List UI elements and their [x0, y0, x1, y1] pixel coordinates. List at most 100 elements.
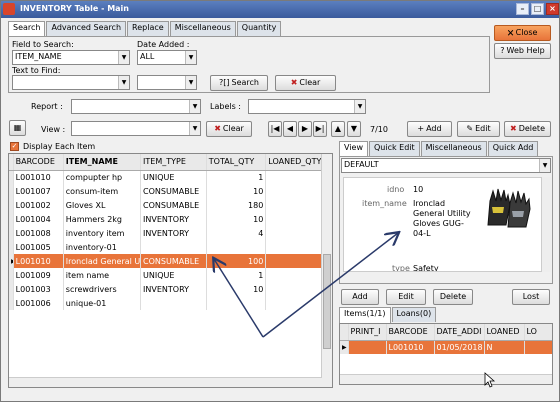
table-cell[interactable]: INVENTORY: [140, 226, 207, 240]
tab-replace[interactable]: Replace: [127, 21, 169, 36]
search-clear-button[interactable]: ✖ Clear: [275, 75, 336, 91]
column-header-barcode[interactable]: BARCODE: [13, 154, 64, 171]
sub-table-cell[interactable]: N: [484, 340, 525, 354]
chevron-down-icon[interactable]: ▼: [185, 51, 196, 64]
table-cell[interactable]: unique-01: [63, 296, 142, 310]
chevron-down-icon[interactable]: ▼: [118, 51, 129, 64]
table-cell[interactable]: Ironclad General U: [63, 254, 142, 268]
sub-column-header[interactable]: LOANED: [484, 324, 525, 341]
tab-miscellaneous[interactable]: Miscellaneous: [169, 21, 236, 36]
sub-table-cell[interactable]: 01/05/2018: [434, 340, 485, 354]
table-cell[interactable]: [265, 240, 329, 254]
report-select[interactable]: ▼: [71, 99, 201, 114]
table-cell[interactable]: L001003: [13, 282, 64, 296]
next-record-button[interactable]: ▶: [298, 121, 312, 137]
table-cell[interactable]: L001010: [13, 254, 64, 268]
web-help-button[interactable]: ? Web Help: [494, 43, 551, 59]
chevron-down-icon[interactable]: ▼: [354, 100, 365, 113]
table-row[interactable]: L001009item nameUNIQUE10: [9, 268, 329, 282]
column-header-item-name[interactable]: ITEM_NAME: [63, 154, 142, 171]
prev-record-button[interactable]: ◀: [283, 121, 297, 137]
tab-quick-add[interactable]: Quick Add: [487, 141, 539, 156]
table-cell[interactable]: 0: [265, 170, 329, 184]
sub-table-cell[interactable]: L001010: [386, 340, 435, 354]
table-cell[interactable]: INVENTORY: [140, 212, 207, 226]
text-to-find-input[interactable]: ▼: [12, 75, 130, 90]
table-cell[interactable]: [265, 184, 329, 198]
detail-scrollbar[interactable]: [541, 177, 551, 272]
sub-table-row[interactable]: ▶ L001010 01/05/2018 N: [340, 340, 552, 354]
scrollbar-thumb[interactable]: [323, 254, 331, 349]
table-cell[interactable]: UNIQUE: [140, 170, 207, 184]
column-header-loaned-qty[interactable]: LOANED_QTY: [265, 154, 329, 171]
table-cell[interactable]: L001002: [13, 198, 64, 212]
tab-quantity[interactable]: Quantity: [236, 21, 282, 36]
sub-delete-button[interactable]: Delete: [433, 289, 473, 305]
table-cell[interactable]: [140, 240, 207, 254]
table-cell[interactable]: [265, 296, 329, 310]
edit-button[interactable]: ✎ Edit: [457, 121, 500, 137]
search-button[interactable]: ?[] Search: [210, 75, 268, 91]
table-cell[interactable]: [206, 296, 267, 310]
table-cell[interactable]: L001006: [13, 296, 64, 310]
field-to-search-select[interactable]: ITEM_NAME ▼: [12, 50, 130, 65]
table-cell[interactable]: Gloves XL: [63, 198, 142, 212]
view-clear-button[interactable]: ✖ Clear: [206, 121, 252, 137]
table-row[interactable]: L001008inventory itemINVENTORY40: [9, 226, 329, 240]
sub-add-button[interactable]: Add: [341, 289, 379, 305]
table-icon[interactable]: ▦: [9, 120, 26, 136]
table-cell[interactable]: 180: [206, 198, 267, 212]
table-cell[interactable]: L001004: [13, 212, 64, 226]
table-cell[interactable]: 10: [206, 212, 267, 226]
table-cell[interactable]: item name: [63, 268, 142, 282]
tab-view[interactable]: View: [339, 141, 368, 157]
chevron-down-icon[interactable]: ▼: [539, 159, 550, 172]
sub-column-header[interactable]: DATE_ADDI: [434, 324, 485, 341]
table-cell[interactable]: L001005: [13, 240, 64, 254]
table-cell[interactable]: 10: [206, 282, 267, 296]
tab-quick-edit[interactable]: Quick Edit: [368, 141, 420, 156]
title-bar[interactable]: INVENTORY Table - Main – □ ×: [1, 1, 559, 18]
add-button[interactable]: + Add: [407, 121, 452, 137]
table-row[interactable]: L001002Gloves XLCONSUMABLE1800: [9, 198, 329, 212]
table-cell[interactable]: 100: [206, 254, 267, 268]
table-cell[interactable]: 1: [206, 268, 267, 282]
sub-column-header[interactable]: PRINT_I: [348, 324, 387, 341]
labels-select[interactable]: ▼: [248, 99, 366, 114]
table-row[interactable]: L001005 inventory-01: [9, 240, 329, 254]
sub-column-header[interactable]: BARCODE: [386, 324, 435, 341]
table-cell[interactable]: [140, 296, 207, 310]
maximize-button[interactable]: □: [531, 3, 544, 15]
table-cell[interactable]: 1: [206, 170, 267, 184]
sub-lost-button[interactable]: Lost: [512, 289, 550, 305]
move-down-button[interactable]: ▼: [347, 121, 361, 137]
table-cell[interactable]: Hammers 2kg: [63, 212, 142, 226]
view-select[interactable]: ▼: [71, 121, 201, 136]
table-cell[interactable]: inventory item: [63, 226, 142, 240]
column-header-total-qty[interactable]: TOTAL_QTY: [206, 154, 267, 171]
table-row[interactable]: L001010compupter hpUNIQUE10: [9, 170, 329, 184]
tab-advanced-search[interactable]: Advanced Search: [46, 21, 127, 36]
table-row[interactable]: L001007 consum-item CONSUMABLE 10: [9, 184, 329, 198]
last-record-button[interactable]: ▶|: [313, 121, 327, 137]
table-cell[interactable]: UNIQUE: [140, 268, 207, 282]
table-cell[interactable]: inventory-01: [63, 240, 142, 254]
table-cell[interactable]: [206, 240, 267, 254]
minimize-button[interactable]: –: [516, 3, 529, 15]
table-row[interactable]: L001004Hammers 2kgINVENTORY100: [9, 212, 329, 226]
first-record-button[interactable]: |◀: [268, 121, 282, 137]
table-cell[interactable]: 4: [206, 226, 267, 240]
table-cell[interactable]: L001009: [13, 268, 64, 282]
chevron-down-icon[interactable]: ▼: [185, 76, 196, 89]
delete-button[interactable]: ✖ Delete: [504, 121, 551, 137]
sub-table-cell[interactable]: [524, 340, 552, 354]
display-each-item-checkbox[interactable]: ✓: [10, 142, 19, 151]
table-cell[interactable]: CONSUMABLE: [140, 198, 207, 212]
chevron-down-icon[interactable]: ▼: [189, 100, 200, 113]
table-cell[interactable]: L001007: [13, 184, 64, 198]
close-button[interactable]: 🗙 Close: [494, 25, 551, 41]
table-cell[interactable]: 0: [265, 268, 329, 282]
detail-view-select[interactable]: DEFAULT ▼: [341, 158, 551, 173]
table-cell[interactable]: 0: [265, 226, 329, 240]
table-cell[interactable]: compupter hp: [63, 170, 142, 184]
